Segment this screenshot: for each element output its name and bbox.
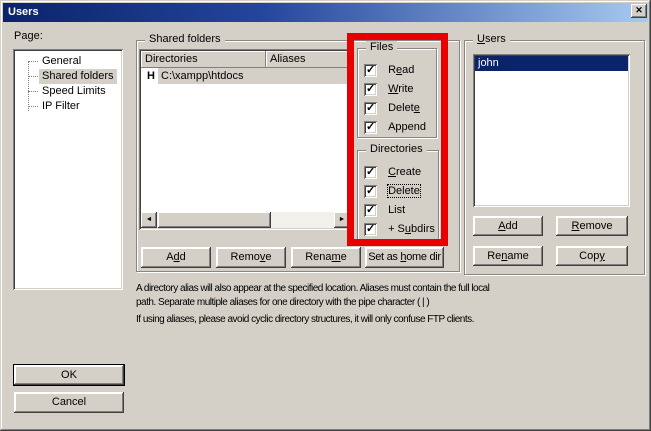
tree-item-label: Shared folders	[39, 69, 117, 84]
page-label: Page:	[14, 30, 43, 42]
window-title: Users	[8, 6, 39, 18]
directory-path: C:\xampp\htdocs	[158, 68, 350, 84]
checkmark-icon: ✓	[366, 222, 375, 236]
users-dialog: Users ✕ Page: General Shared folders Spe…	[0, 0, 651, 431]
list-item-user[interactable]: john	[475, 56, 628, 71]
checkmark-icon: ✓	[366, 120, 375, 134]
alias-note-line2: path. Separate multiple aliases for one …	[136, 297, 429, 308]
checkmark-icon: ✓	[366, 101, 375, 115]
checkbox-row-subdirs: ✓ + Subdirs	[364, 222, 435, 236]
remove-folder-button[interactable]: Remove	[216, 247, 286, 268]
checkbox-row-delete-file: ✓ Delete	[364, 101, 420, 115]
sidebar-item-ip-filter[interactable]: IP Filter	[13, 99, 123, 114]
add-user-button[interactable]: Add	[473, 216, 543, 236]
column-header-label: Directories	[145, 53, 198, 65]
checkbox-label[interactable]: Create	[388, 166, 421, 178]
user-name: john	[478, 57, 499, 69]
copy-user-button[interactable]: Copy	[556, 246, 628, 266]
checkbox-row-list: ✓ List	[364, 203, 405, 217]
remove-user-button[interactable]: Remove	[556, 216, 628, 236]
subdirs-checkbox[interactable]: ✓	[364, 223, 377, 236]
shared-folders-group-label: Shared folders	[145, 33, 225, 45]
column-header-directories[interactable]: Directories	[141, 51, 266, 68]
horizontal-scrollbar[interactable]: ◄ ►	[141, 212, 350, 228]
checkmark-icon: ✓	[366, 82, 375, 96]
rename-user-button[interactable]: Rename	[473, 246, 543, 266]
append-checkbox[interactable]: ✓	[364, 121, 377, 134]
directories-group-label: Directories	[366, 143, 427, 155]
close-icon: ✕	[635, 5, 643, 15]
sidebar-item-general[interactable]: General	[13, 54, 123, 69]
files-group-label: Files	[366, 41, 397, 53]
checkbox-label[interactable]: Delete	[388, 102, 420, 114]
checkbox-row-append: ✓ Append	[364, 120, 426, 134]
alias-note-line1: A directory alias will also appear at th…	[136, 283, 489, 294]
tree-stub	[28, 106, 38, 107]
checkmark-icon: ✓	[366, 203, 375, 217]
set-as-home-dir-button[interactable]: Set as home dir	[365, 247, 444, 268]
tree-item-label: General	[39, 54, 84, 69]
cyclic-note: If using aliases, please avoid cyclic di…	[136, 314, 474, 325]
checkbox-label[interactable]: Append	[388, 121, 426, 133]
scroll-left-button[interactable]: ◄	[141, 212, 157, 228]
home-flag: H	[147, 68, 155, 84]
column-header-label: Aliases	[270, 53, 305, 65]
checkbox-label[interactable]: + Subdirs	[388, 223, 435, 235]
create-checkbox[interactable]: ✓	[364, 166, 377, 179]
users-list[interactable]: john	[473, 54, 630, 207]
delete-file-checkbox[interactable]: ✓	[364, 102, 377, 115]
directories-group: Directories ✓ Create ✓ Delete ✓ List ✓ +…	[357, 150, 439, 241]
sidebar-item-speed-limits[interactable]: Speed Limits	[13, 84, 123, 99]
read-checkbox[interactable]: ✓	[364, 64, 377, 77]
scroll-left-icon: ◄	[146, 216, 153, 223]
checkbox-label[interactable]: Delete	[388, 185, 420, 197]
tree-item-label: Speed Limits	[39, 84, 109, 99]
checkbox-row-read: ✓ Read	[364, 63, 414, 77]
directories-list[interactable]: Directories Aliases H C:\xampp\htdocs ◄ …	[139, 49, 352, 230]
checkmark-icon: ✓	[366, 63, 375, 77]
checkbox-label[interactable]: Write	[388, 83, 413, 95]
cancel-button[interactable]: Cancel	[14, 392, 124, 413]
tree-stub	[28, 76, 38, 77]
checkmark-icon: ✓	[366, 165, 375, 179]
tree-stub	[28, 61, 38, 62]
sidebar-item-shared-folders[interactable]: Shared folders	[13, 69, 123, 84]
list-checkbox[interactable]: ✓	[364, 204, 377, 217]
ok-button[interactable]: OK	[13, 364, 125, 386]
tree-item-label: IP Filter	[39, 99, 83, 114]
close-button[interactable]: ✕	[631, 4, 647, 18]
delete-dir-checkbox[interactable]: ✓	[364, 185, 377, 198]
scrollbar-thumb[interactable]	[158, 212, 271, 228]
column-header-aliases[interactable]: Aliases	[266, 51, 350, 68]
checkbox-row-write: ✓ Write	[364, 82, 414, 96]
table-row[interactable]: H C:\xampp\htdocs	[141, 68, 350, 84]
page-tree: General Shared folders Speed Limits IP F…	[13, 49, 123, 290]
scroll-right-icon: ►	[339, 216, 346, 223]
checkmark-icon: ✓	[366, 184, 375, 198]
tree-stub	[28, 91, 38, 92]
checkbox-label[interactable]: Read	[388, 64, 414, 76]
write-checkbox[interactable]: ✓	[364, 83, 377, 96]
checkbox-label[interactable]: List	[388, 204, 405, 216]
files-group: Files ✓ Read ✓ Write ✓ Delete ✓ Append	[357, 48, 437, 138]
rename-folder-button[interactable]: Rename	[291, 247, 361, 268]
checkbox-row-delete-dir: ✓ Delete	[364, 184, 420, 198]
scroll-right-button[interactable]: ►	[334, 212, 350, 228]
checkbox-row-create: ✓ Create	[364, 165, 421, 179]
users-group-label: Users	[473, 33, 510, 45]
title-bar[interactable]: Users	[3, 3, 648, 22]
add-folder-button[interactable]: Add	[141, 247, 211, 268]
